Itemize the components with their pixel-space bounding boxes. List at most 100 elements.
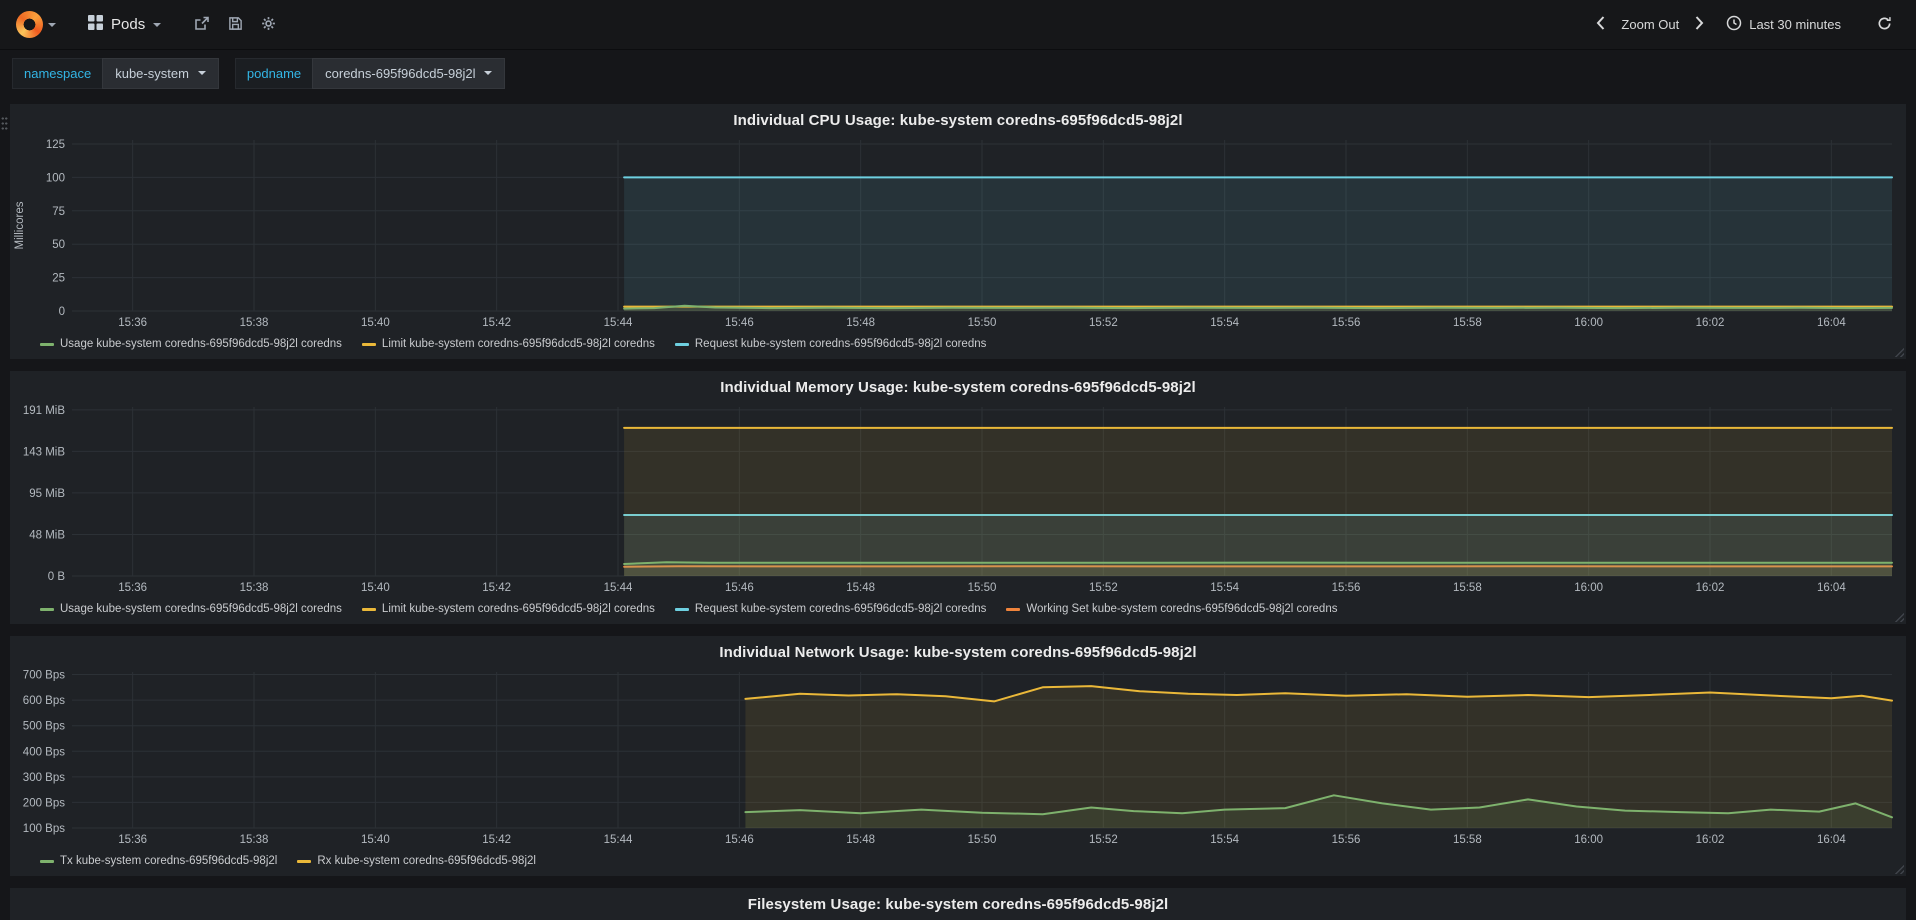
variable-label-podname: podname	[234, 57, 313, 89]
share-button[interactable]	[185, 10, 219, 40]
legend-item[interactable]: Rx kube-system coredns-695f96dcd5-98j2l	[297, 855, 536, 867]
legend-series-swatch	[361, 607, 376, 611]
legend-item[interactable]: Tx kube-system coredns-695f96dcd5-98j2l	[40, 855, 277, 867]
row-menu-grip[interactable]	[1, 116, 8, 132]
caret-down-icon	[197, 71, 206, 75]
cpu-usage-chart[interactable]: 0 25 50 75 100 125 15:36 15:38 15:40 15:42 15:44 15…	[10, 134, 1906, 333]
legend-series-swatch	[40, 342, 54, 346]
share-icon	[194, 16, 210, 34]
x-tick-label: 15:56	[1332, 582, 1361, 594]
x-tick-label: 15:46	[725, 834, 754, 846]
x-tick-label: 15:36	[118, 834, 147, 846]
x-tick-label: 15:42	[482, 317, 511, 329]
dashboard-title: Pods	[111, 16, 146, 33]
settings-button[interactable]	[252, 10, 285, 40]
x-tick-label: 15:56	[1332, 317, 1361, 329]
legend-series-label: Limit kube-system coredns-695f96dcd5-98j…	[381, 338, 655, 350]
legend-item[interactable]: Working Set kube-system coredns-695f96dc…	[1006, 603, 1337, 615]
time-back-button[interactable]	[1588, 10, 1613, 39]
chart-canvas[interactable]: 0 B 48 MiB 95 MiB 143 MiB 191 MiB 15:36 15:38 1…	[10, 401, 1906, 598]
x-tick-label: 15:52	[1089, 582, 1118, 594]
x-tick-label: 15:54	[1210, 834, 1239, 846]
x-tick-label: 16:00	[1574, 317, 1603, 329]
panel-title[interactable]: Filesystem Usage: kube-system coredns-69…	[10, 888, 1906, 918]
x-tick-label: 15:42	[482, 582, 511, 594]
legend-item[interactable]: Request kube-system coredns-695f96dcd5-9…	[674, 338, 986, 350]
x-tick-label: 16:02	[1696, 317, 1725, 329]
panel-title[interactable]: Individual Network Usage: kube-system co…	[10, 636, 1906, 666]
legend-series-swatch	[40, 607, 54, 611]
series-fill	[624, 177, 1892, 311]
memory-usage-chart[interactable]: 0 B 48 MiB 95 MiB 143 MiB 191 MiB 15:36 15:38 1…	[10, 401, 1906, 598]
dashboard-picker-button[interactable]: Pods	[78, 9, 171, 40]
x-tick-label: 15:48	[846, 834, 875, 846]
x-tick-label: 16:04	[1817, 317, 1846, 329]
y-tick-label: 100 Bps	[23, 823, 65, 835]
x-tick-label: 15:50	[968, 834, 997, 846]
y-tick-label: 700 Bps	[23, 670, 65, 682]
x-tick-label: 15:54	[1210, 317, 1239, 329]
legend-series-swatch	[40, 859, 54, 863]
legend-item[interactable]: Request kube-system coredns-695f96dcd5-9…	[674, 603, 987, 615]
x-tick-label: 15:50	[968, 582, 997, 594]
save-button[interactable]	[219, 10, 252, 40]
y-tick-label: 500 Bps	[23, 721, 65, 733]
time-forward-button[interactable]	[1687, 10, 1712, 39]
grafana-logo[interactable]	[16, 11, 56, 38]
caret-down-icon	[153, 22, 162, 27]
y-tick-label: 48 MiB	[29, 529, 65, 541]
y-tick-label: 0	[59, 306, 65, 318]
x-tick-label: 15:50	[968, 317, 997, 329]
variable-label-namespace: namespace	[12, 57, 103, 89]
settings-gear-icon	[261, 16, 276, 34]
x-tick-label: 15:36	[118, 317, 147, 329]
variable-value-podname-dropdown[interactable]: coredns-695f96dcd5-98j2l	[312, 57, 506, 89]
variable-value-text: kube-system	[115, 65, 189, 81]
y-tick-label: 0 B	[48, 571, 66, 583]
x-tick-label: 15:48	[846, 582, 875, 594]
time-range-button[interactable]: Last 30 minutes	[1718, 9, 1849, 40]
panel-title[interactable]: Individual CPU Usage: kube-system coredn…	[10, 104, 1906, 134]
legend-series-label: Usage kube-system coredns-695f96dcd5-98j…	[60, 338, 342, 350]
x-tick-label: 15:38	[240, 317, 269, 329]
legend-series-swatch	[361, 342, 376, 346]
legend-series-label: Request kube-system coredns-695f96dcd5-9…	[694, 603, 987, 615]
legend-item[interactable]: Limit kube-system coredns-695f96dcd5-98j…	[361, 603, 655, 615]
legend-series-label: Working Set kube-system coredns-695f96dc…	[1026, 603, 1338, 615]
x-tick-label: 15:44	[604, 582, 633, 594]
x-tick-label: 15:40	[361, 582, 390, 594]
legend-item[interactable]: Usage kube-system coredns-695f96dcd5-98j…	[40, 603, 342, 615]
y-tick-label: 50	[52, 239, 65, 251]
legend-series-label: Rx kube-system coredns-695f96dcd5-98j2l	[317, 855, 536, 867]
variable-value-namespace-dropdown[interactable]: kube-system	[102, 57, 219, 89]
network-usage-chart[interactable]: 100 Bps 200 Bps 300 Bps 400 Bps 500 Bps 600 B…	[10, 666, 1906, 850]
refresh-icon	[1877, 16, 1892, 34]
refresh-button[interactable]	[1869, 10, 1900, 40]
x-tick-label: 15:58	[1453, 317, 1482, 329]
y-tick-label: 400 Bps	[23, 746, 65, 758]
chart-canvas[interactable]: 100 Bps 200 Bps 300 Bps 400 Bps 500 Bps 600 B…	[10, 666, 1906, 850]
x-tick-label: 16:04	[1817, 582, 1846, 594]
panel-memory-usage: Individual Memory Usage: kube-system cor…	[10, 371, 1906, 624]
zoom-out-button[interactable]: Zoom Out	[1613, 11, 1687, 38]
x-tick-label: 15:36	[118, 582, 147, 594]
series-fill	[624, 562, 1892, 576]
legend-item[interactable]: Usage kube-system coredns-695f96dcd5-98j…	[40, 338, 342, 350]
panel-network-usage: Individual Network Usage: kube-system co…	[10, 636, 1906, 876]
panel-title[interactable]: Individual Memory Usage: kube-system cor…	[10, 371, 1906, 401]
legend-series-swatch	[674, 342, 689, 346]
x-tick-label: 15:48	[846, 317, 875, 329]
x-tick-label: 15:58	[1453, 582, 1482, 594]
x-tick-label: 15:56	[1332, 834, 1361, 846]
legend-item[interactable]: Limit kube-system coredns-695f96dcd5-98j…	[361, 338, 655, 350]
y-tick-label: 125	[46, 139, 65, 151]
variables-row: namespace kube-system podname coredns-69…	[0, 50, 1916, 96]
variable-value-text: coredns-695f96dcd5-98j2l	[325, 65, 476, 81]
caret-down-icon	[484, 71, 493, 75]
caret-down-icon	[48, 22, 56, 27]
y-tick-label: 75	[52, 206, 65, 218]
chart-canvas[interactable]: 0 25 50 75 100 125 15:36 15:38 15:40 15:42 15:44 15…	[10, 134, 1906, 333]
y-tick-label: 191 MiB	[23, 405, 66, 417]
x-tick-label: 16:02	[1696, 834, 1725, 846]
chevron-left-icon	[1596, 16, 1605, 33]
